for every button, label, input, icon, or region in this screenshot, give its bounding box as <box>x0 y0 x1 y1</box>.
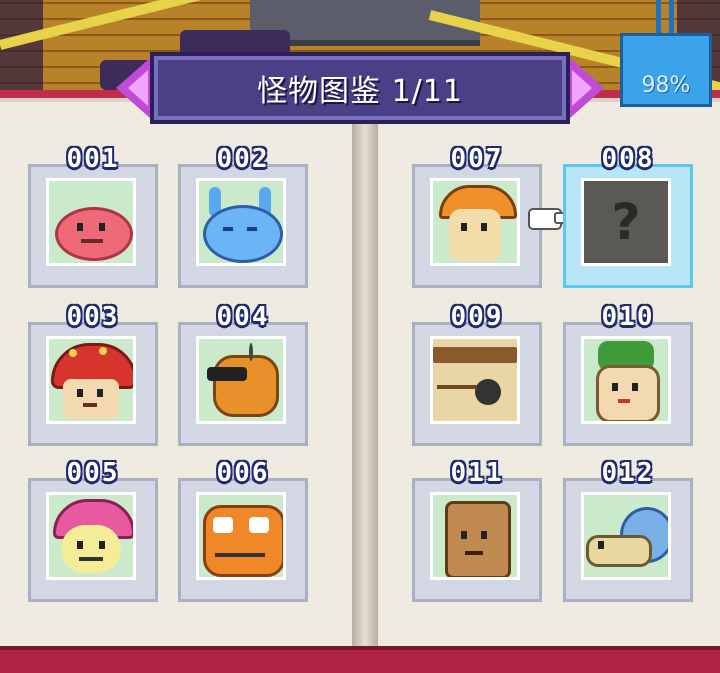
prev-page-button[interactable] <box>116 58 150 118</box>
monster-card[interactable]: 007 <box>412 144 542 288</box>
monster-number: 007 <box>450 144 504 174</box>
pink-mushroom-icon <box>46 492 136 580</box>
monster-card[interactable]: 009 <box>412 302 542 446</box>
monster-number: 006 <box>216 458 270 488</box>
snail-icon <box>581 492 671 580</box>
orange-beetle-icon <box>196 336 286 424</box>
monster-number: 005 <box>66 458 120 488</box>
title-banner: 怪物图鉴 1/11 <box>116 52 604 124</box>
monster-number: 001 <box>66 144 120 174</box>
completion-percent: 98% <box>641 73 691 98</box>
monster-number: 011 <box>450 458 504 488</box>
page-title: 怪物图鉴 1/11 <box>257 74 463 109</box>
monster-card[interactable]: 005 <box>28 458 158 602</box>
monster-card[interactable]: 006 <box>178 458 308 602</box>
monster-card[interactable]: 003 <box>28 302 158 446</box>
monster-card[interactable]: 001 <box>28 144 158 288</box>
monster-card-selected[interactable]: 008 ? <box>563 144 693 288</box>
monster-number: 004 <box>216 302 270 332</box>
leaf-sprout-icon <box>581 336 671 424</box>
monster-number: 002 <box>216 144 270 174</box>
monster-card[interactable]: 002 <box>178 144 308 288</box>
monster-card[interactable]: 012 <box>563 458 693 602</box>
orange-cap-mushroom-icon <box>430 178 520 266</box>
red-mushroom-icon <box>46 336 136 424</box>
tree-stump-icon <box>430 492 520 580</box>
monster-number: 008 <box>601 144 655 174</box>
pink-slime-icon <box>46 178 136 266</box>
blue-slime-icon <box>196 178 286 266</box>
unknown-monster-icon: ? <box>581 178 671 266</box>
completion-tag: 98% <box>620 33 712 107</box>
next-page-button[interactable] <box>570 58 604 118</box>
monster-card[interactable]: 010 <box>563 302 693 446</box>
monster-number: 010 <box>601 302 655 332</box>
monster-number: 009 <box>450 302 504 332</box>
locked-question-mark: ? <box>611 193 641 251</box>
monster-number: 003 <box>66 302 120 332</box>
orange-slime-icon <box>196 492 286 580</box>
monster-number: 012 <box>601 458 655 488</box>
monster-card[interactable]: 004 <box>178 302 308 446</box>
book-spine <box>352 100 378 660</box>
monster-card[interactable]: 011 <box>412 458 542 602</box>
log-creature-icon <box>430 336 520 424</box>
